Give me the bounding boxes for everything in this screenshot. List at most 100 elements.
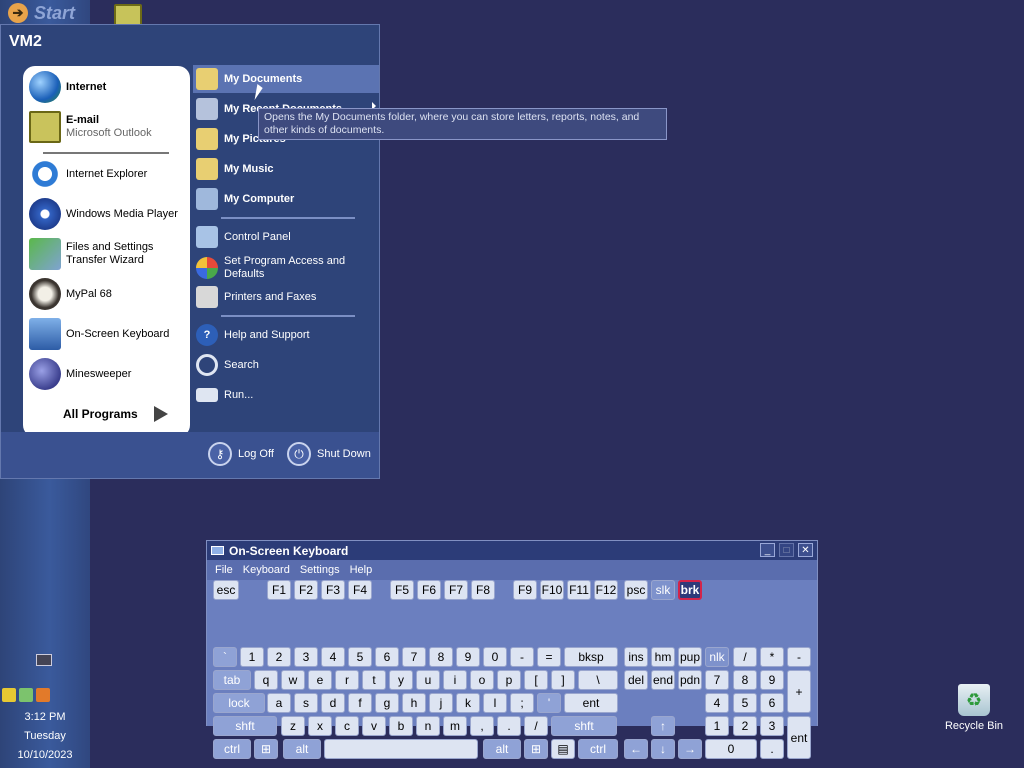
keyboard-tray-icon[interactable] — [36, 654, 52, 666]
top-row-key-r[interactable]: r — [335, 670, 359, 690]
recent-item[interactable]: Files and Settings Transfer Wizard — [29, 236, 187, 272]
bottom-row-key-b[interactable]: b — [389, 716, 413, 736]
space-row-key-x[interactable]: → — [678, 739, 702, 759]
fn-key-F5[interactable]: F5 — [390, 580, 414, 600]
space-row-key-x[interactable]: . — [760, 739, 784, 759]
space-row-key-x[interactable]: ↓ — [651, 739, 675, 759]
top-row-key-end[interactable]: end — [651, 670, 675, 690]
fn-key-psc[interactable]: psc — [624, 580, 648, 600]
menu-settings[interactable]: Settings — [300, 564, 340, 576]
number-row-key-6[interactable]: 6 — [375, 647, 399, 667]
number-row-key-3[interactable]: 3 — [294, 647, 318, 667]
recent-item[interactable]: MyPal 68 — [29, 276, 187, 312]
top-row-key-tab[interactable]: tab — [213, 670, 251, 690]
title-bar[interactable]: On-Screen Keyboard _ □ ✕ — [207, 541, 817, 560]
bottom-row-key-m[interactable]: m — [443, 716, 467, 736]
space-row-key-x[interactable]: ⊞ — [254, 739, 278, 759]
space-row-key-space[interactable] — [324, 739, 478, 759]
start-button[interactable]: ➔ Start — [0, 0, 90, 26]
top-row-key-p[interactable]: p — [497, 670, 521, 690]
fn-key-esc[interactable]: esc — [213, 580, 239, 600]
bottom-row-key-x[interactable]: . — [497, 716, 521, 736]
menu-item-help[interactable]: ? Help and Support — [193, 321, 379, 349]
space-row-key-x[interactable]: ⊞ — [524, 739, 548, 759]
bottom-row-key-shft[interactable]: shft — [213, 716, 277, 736]
top-row-key-t[interactable]: t — [362, 670, 386, 690]
top-row-key-x[interactable]: + — [787, 670, 811, 713]
top-row-key-u[interactable]: u — [416, 670, 440, 690]
close-button[interactable]: ✕ — [798, 543, 813, 557]
space-row-key-alt[interactable]: alt — [283, 739, 321, 759]
bottom-row-key-shft[interactable]: shft — [551, 716, 617, 736]
menu-item-search[interactable]: Search — [193, 351, 379, 379]
number-row-key-9[interactable]: 9 — [456, 647, 480, 667]
pinned-item-email[interactable]: E-mail Microsoft Outlook — [29, 109, 187, 145]
bottom-row-key-x[interactable]: x — [308, 716, 332, 736]
bottom-row-key-v[interactable]: v — [362, 716, 386, 736]
home-row-key-6[interactable]: 6 — [760, 693, 784, 713]
menu-keyboard[interactable]: Keyboard — [243, 564, 290, 576]
bottom-row-key-2[interactable]: 2 — [733, 716, 757, 736]
top-row-key-pdn[interactable]: pdn — [678, 670, 702, 690]
menu-item-printers[interactable]: Printers and Faxes — [193, 283, 379, 311]
top-row-key-9[interactable]: 9 — [760, 670, 784, 690]
fn-key-F7[interactable]: F7 — [444, 580, 468, 600]
top-row-key-8[interactable]: 8 — [733, 670, 757, 690]
space-row-key-0[interactable]: 0 — [705, 739, 757, 759]
fn-key-slk[interactable]: slk — [651, 580, 675, 600]
bottom-row-key-ent[interactable]: ent — [787, 716, 811, 759]
space-row-key-alt[interactable]: alt — [483, 739, 521, 759]
menu-item-my-computer[interactable]: My Computer — [193, 185, 379, 213]
fn-key-F9[interactable]: F9 — [513, 580, 537, 600]
recent-item[interactable]: Windows Media Player — [29, 196, 187, 232]
top-row-key-7[interactable]: 7 — [705, 670, 729, 690]
security-shield-icon[interactable] — [2, 688, 16, 702]
number-row-key-hm[interactable]: hm — [651, 647, 675, 667]
number-row-key-x[interactable]: = — [537, 647, 561, 667]
home-row-key-ent[interactable]: ent — [564, 693, 618, 713]
number-row-key-x[interactable]: - — [510, 647, 534, 667]
recent-item[interactable]: On-Screen Keyboard — [29, 316, 187, 352]
bottom-row-key-x[interactable]: , — [470, 716, 494, 736]
home-row-key-s[interactable]: s — [294, 693, 318, 713]
menu-item-program-access[interactable]: Set Program Access and Defaults — [193, 253, 379, 283]
fn-key-F11[interactable]: F11 — [567, 580, 591, 600]
fn-key-F6[interactable]: F6 — [417, 580, 441, 600]
fn-key-F1[interactable]: F1 — [267, 580, 291, 600]
top-row-key-x[interactable]: ] — [551, 670, 575, 690]
top-row-key-x[interactable]: \ — [578, 670, 618, 690]
search-tray-icon[interactable] — [36, 688, 50, 702]
network-icon[interactable] — [19, 688, 33, 702]
home-row-key-5[interactable]: 5 — [733, 693, 757, 713]
top-row-key-i[interactable]: i — [443, 670, 467, 690]
pinned-item-internet[interactable]: Internet — [29, 69, 187, 105]
number-row-key-5[interactable]: 5 — [348, 647, 372, 667]
home-row-key-lock[interactable]: lock — [213, 693, 265, 713]
recycle-bin[interactable]: ♻ Recycle Bin — [940, 684, 1008, 732]
home-row-key-h[interactable]: h — [402, 693, 426, 713]
top-row-key-del[interactable]: del — [624, 670, 648, 690]
home-row-key-x[interactable]: ' — [537, 693, 561, 713]
top-row-key-o[interactable]: o — [470, 670, 494, 690]
clock[interactable]: 3:12 PM Tuesday 10/10/2023 — [0, 708, 90, 765]
home-row-key-x[interactable]: ; — [510, 693, 534, 713]
shut-down-button[interactable]: ⏻ Shut Down — [287, 442, 371, 466]
top-row-key-q[interactable]: q — [254, 670, 278, 690]
fn-key-F3[interactable]: F3 — [321, 580, 345, 600]
fn-key-F12[interactable]: F12 — [594, 580, 618, 600]
bottom-row-key-3[interactable]: 3 — [760, 716, 784, 736]
number-row-key-x[interactable]: - — [787, 647, 811, 667]
menu-item-control-panel[interactable]: Control Panel — [193, 223, 379, 251]
top-row-key-e[interactable]: e — [308, 670, 332, 690]
fn-key-F2[interactable]: F2 — [294, 580, 318, 600]
number-row-key-x[interactable]: ` — [213, 647, 237, 667]
top-row-key-w[interactable]: w — [281, 670, 305, 690]
number-row-key-x[interactable]: * — [760, 647, 784, 667]
number-row-key-1[interactable]: 1 — [240, 647, 264, 667]
menu-file[interactable]: File — [215, 564, 233, 576]
home-row-key-j[interactable]: j — [429, 693, 453, 713]
minimize-button[interactable]: _ — [760, 543, 775, 557]
home-row-key-k[interactable]: k — [456, 693, 480, 713]
top-row-key-x[interactable]: [ — [524, 670, 548, 690]
number-row-key-bksp[interactable]: bksp — [564, 647, 618, 667]
